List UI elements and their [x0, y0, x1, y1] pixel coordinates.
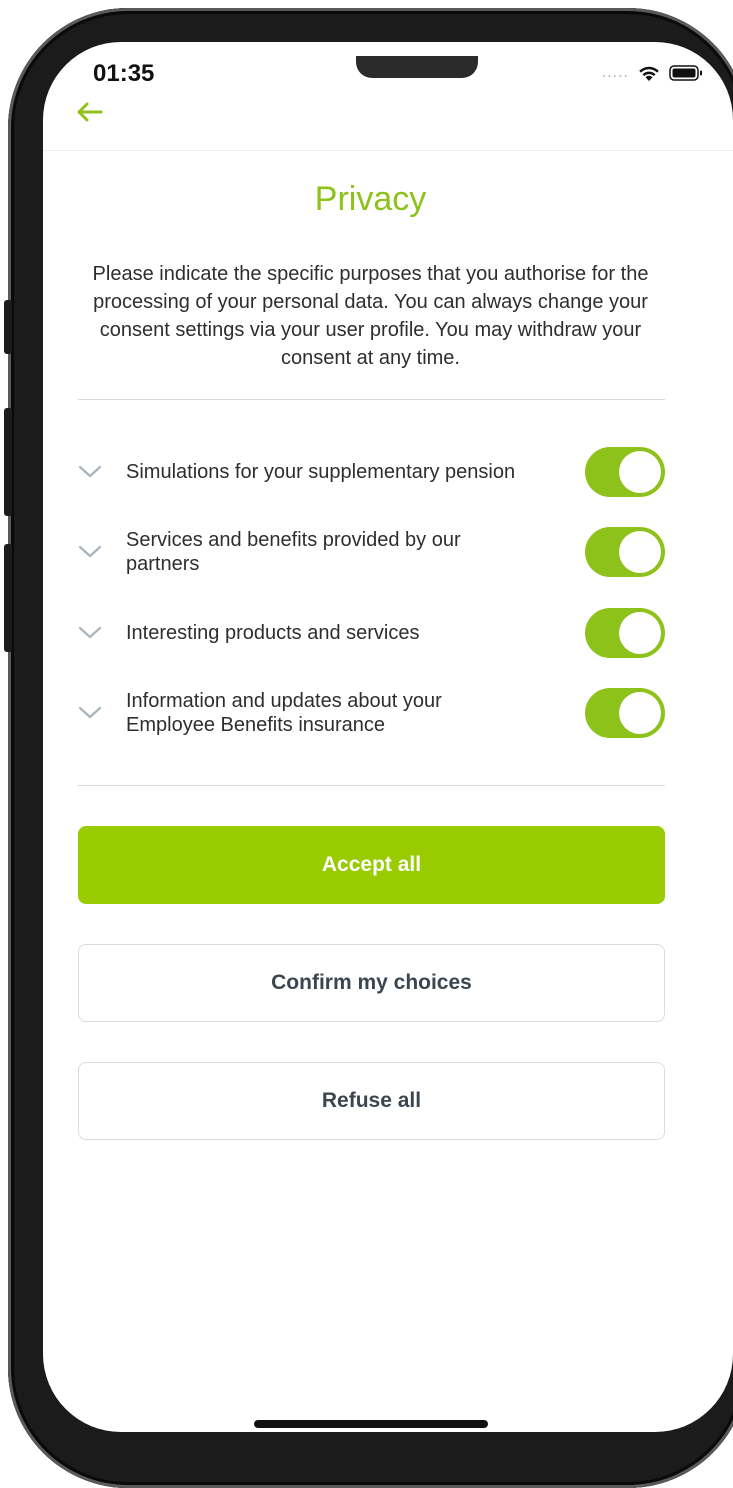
consent-toggle-pension[interactable]: [585, 447, 665, 497]
signal-icon: .....: [601, 64, 629, 81]
consent-row-employee-benefits: Information and updates about your Emplo…: [78, 688, 665, 738]
chevron-down-icon[interactable]: [78, 545, 102, 559]
page-title: Privacy: [314, 180, 427, 218]
header-divider: [43, 150, 733, 151]
consent-label: Simulations for your supplementary pensi…: [126, 461, 516, 483]
consent-label: Services and benefits provided by our pa…: [126, 529, 461, 575]
confirm-choices-button[interactable]: Confirm my choices: [78, 944, 665, 1022]
consent-toggle-employee-benefits[interactable]: [585, 688, 665, 738]
toggle-knob: [619, 531, 661, 573]
home-indicator[interactable]: [254, 1420, 488, 1428]
intro-text: Please indicate the specific purposes th…: [92, 263, 649, 369]
consent-toggle-partners[interactable]: [585, 527, 665, 577]
consent-label: Information and updates about your Emplo…: [126, 690, 442, 736]
divider-top: [78, 399, 665, 400]
status-time: 01:35: [93, 60, 155, 87]
consent-toggle-products[interactable]: [585, 608, 665, 658]
consent-row-products: Interesting products and services: [78, 608, 665, 658]
side-button-volume-up: [4, 408, 12, 516]
consent-label: Interesting products and services: [126, 622, 420, 644]
notch: [356, 56, 478, 78]
consent-row-pension: Simulations for your supplementary pensi…: [78, 447, 665, 497]
toggle-knob: [619, 451, 661, 493]
status-icons: .....: [602, 64, 703, 82]
toggle-knob: [619, 612, 661, 654]
divider-bottom: [78, 785, 665, 786]
side-button-volume-down: [4, 544, 12, 652]
toggle-knob: [619, 692, 661, 734]
refuse-all-button[interactable]: Refuse all: [78, 1062, 665, 1140]
arrow-left-icon[interactable]: [73, 98, 105, 126]
accept-all-button[interactable]: Accept all: [78, 826, 665, 904]
side-button-mute: [4, 300, 12, 354]
chevron-down-icon[interactable]: [78, 626, 102, 640]
chevron-down-icon[interactable]: [78, 706, 102, 720]
battery-icon: [669, 65, 702, 81]
chevron-down-icon[interactable]: [78, 465, 102, 479]
wifi-icon: [639, 66, 659, 81]
screen: 01:35 ..... Privacy Please indicate the …: [43, 42, 733, 1432]
consent-row-partners: Services and benefits provided by our pa…: [78, 527, 665, 577]
